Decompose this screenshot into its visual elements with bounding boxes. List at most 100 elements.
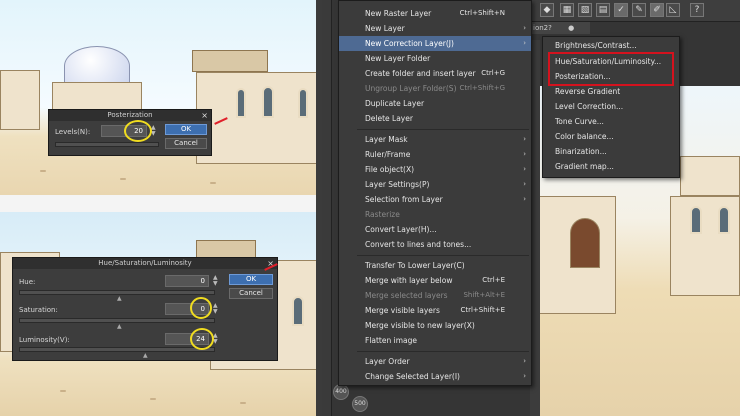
menu-item-convert-layer[interactable]: Convert Layer(H)...: [339, 222, 531, 237]
menu-item-new-raster-layer[interactable]: New Raster Layer Ctrl+Shift+N: [339, 6, 531, 21]
building-far-left: [0, 70, 40, 130]
dialog-title: Posterization ×: [49, 110, 211, 121]
submenu-item-reverse-gradient[interactable]: Reverse Gradient: [543, 84, 679, 99]
submenu-arrow-icon: ›: [523, 39, 526, 47]
menu-label: Merge with layer below: [365, 276, 453, 285]
submenu-arrow-icon: ›: [523, 372, 526, 380]
size-button-400[interactable]: 400: [333, 384, 349, 400]
ok-button[interactable]: OK: [165, 124, 207, 135]
menu-label: New Layer: [365, 24, 405, 33]
canvas-tab-label: ion2?: [533, 24, 552, 32]
cancel-button[interactable]: Cancel: [229, 288, 273, 299]
menu-item-convert-lines-tones[interactable]: Convert to lines and tones...: [339, 237, 531, 252]
menu-item-layer-order[interactable]: Layer Order ›: [339, 354, 531, 369]
submenu-item-brightness-contrast[interactable]: Brightness/Contrast...: [543, 38, 679, 53]
menu-label: Create folder and insert layer: [365, 69, 476, 78]
menu-item-create-folder-insert[interactable]: Create folder and insert layer Ctrl+G: [339, 66, 531, 81]
menu-label: Transfer To Lower Layer(C): [365, 261, 465, 270]
menu-item-change-selected-layer[interactable]: Change Selected Layer(I) ›: [339, 369, 531, 384]
cancel-button[interactable]: Cancel: [165, 138, 207, 149]
menu-label: File object(X): [365, 165, 415, 174]
menu-shortcut: Ctrl+G: [481, 69, 505, 77]
top-toolbar: ◆ ▦ ▧ ▤ ✓ ✎ ✐ ◺ ?: [530, 0, 740, 22]
hatch-icon[interactable]: ▧: [578, 3, 592, 17]
roof-right: [192, 50, 268, 72]
menu-item-flatten-image[interactable]: Flatten image: [339, 333, 531, 348]
ground-mark: [150, 398, 156, 400]
size-button-500[interactable]: 500: [352, 396, 368, 412]
levels-slider[interactable]: [55, 142, 159, 147]
submenu-item-tone-curve[interactable]: Tone Curve...: [543, 114, 679, 129]
window: [262, 86, 274, 118]
help-icon[interactable]: ?: [690, 3, 704, 17]
menu-item-merge-visible[interactable]: Merge visible layers Ctrl+Shift+E: [339, 303, 531, 318]
menu-item-new-correction-layer[interactable]: New Correction Layer(J) ›: [339, 36, 531, 51]
canvas-tab[interactable]: ion2? ●: [530, 22, 590, 34]
menu-item-merge-below[interactable]: Merge with layer below Ctrl+E: [339, 273, 531, 288]
menu-item-duplicate-layer[interactable]: Duplicate Layer: [339, 96, 531, 111]
brush-icon[interactable]: ✎: [632, 3, 646, 17]
door: [570, 218, 600, 268]
menu-shortcut: Ctrl+Shift+G: [459, 84, 505, 92]
window: [718, 206, 730, 234]
tag-icon[interactable]: ◆: [540, 3, 554, 17]
tab-close-icon[interactable]: ●: [568, 24, 574, 32]
menu-item-new-layer[interactable]: New Layer ›: [339, 21, 531, 36]
menu-item-transfer-lower[interactable]: Transfer To Lower Layer(C): [339, 258, 531, 273]
menu-item-ungroup-layer-folder: Ungroup Layer Folder(S) Ctrl+Shift+G: [339, 81, 531, 96]
menu-item-delete-layer[interactable]: Delete Layer: [339, 111, 531, 126]
layer-icon[interactable]: ▤: [596, 3, 610, 17]
submenu-arrow-icon: ›: [523, 357, 526, 365]
saturation-slider-thumb[interactable]: ▲: [117, 323, 122, 330]
dialog-title-text: Posterization: [107, 111, 153, 119]
ok-button[interactable]: OK: [229, 274, 273, 285]
submenu-arrow-icon: ›: [523, 180, 526, 188]
luminosity-slider-thumb[interactable]: ▲: [143, 352, 148, 359]
submenu-item-binarization[interactable]: Binarization...: [543, 144, 679, 159]
menu-label: Change Selected Layer(I): [365, 372, 460, 381]
ground-mark: [120, 178, 126, 180]
saturation-stepper[interactable]: ▲ ▼: [213, 303, 218, 315]
menu-item-layer-settings[interactable]: Layer Settings(P) ›: [339, 177, 531, 192]
menu-item-selection-from-layer[interactable]: Selection from Layer ›: [339, 192, 531, 207]
luminosity-label: Luminosity(V):: [19, 336, 70, 344]
menu-label: Layer Mask: [365, 135, 408, 144]
dialog-title: Hue/Saturation/Luminosity ×: [13, 258, 277, 269]
luminosity-slider[interactable]: [19, 347, 215, 352]
submenu-item-gradient-map[interactable]: Gradient map...: [543, 159, 679, 174]
submenu-item-color-balance[interactable]: Color balance...: [543, 129, 679, 144]
check-icon[interactable]: ✓: [614, 3, 628, 17]
hue-label: Hue:: [19, 278, 36, 286]
menu-label: New Correction Layer(J): [365, 39, 454, 48]
ground-mark: [60, 390, 66, 392]
menu-label: Duplicate Layer: [365, 99, 425, 108]
menu-label: Merge visible to new layer(X): [365, 321, 475, 330]
menu-label: Merge selected layers: [365, 291, 448, 300]
submenu-item-level-correction[interactable]: Level Correction...: [543, 99, 679, 114]
annotation-circle: [124, 120, 152, 142]
menu-label: Selection from Layer: [365, 195, 443, 204]
hue-slider-thumb[interactable]: ▲: [117, 295, 122, 302]
building-right: [196, 72, 318, 164]
hue-stepper[interactable]: ▲ ▼: [213, 275, 218, 287]
saturation-label: Saturation:: [19, 306, 58, 314]
close-icon[interactable]: ×: [201, 110, 208, 121]
annotation-circle: [190, 297, 212, 319]
menu-shortcut: Ctrl+E: [482, 276, 505, 284]
pen-icon[interactable]: ✐: [650, 3, 664, 17]
grid-icon[interactable]: ▦: [560, 3, 574, 17]
menu-item-file-object[interactable]: File object(X) ›: [339, 162, 531, 177]
menu-item-ruler-frame[interactable]: Ruler/Frame ›: [339, 147, 531, 162]
menu-label: Layer Order: [365, 357, 410, 366]
menu-item-new-layer-folder[interactable]: New Layer Folder: [339, 51, 531, 66]
ruler-icon[interactable]: ◺: [666, 3, 680, 17]
submenu-arrow-icon: ›: [523, 150, 526, 158]
menu-item-layer-mask[interactable]: Layer Mask ›: [339, 132, 531, 147]
menu-label: Rasterize: [365, 210, 400, 219]
menu-label: Merge visible layers: [365, 306, 440, 315]
hue-input[interactable]: 0: [165, 275, 209, 287]
menu-label: Convert to lines and tones...: [365, 240, 472, 249]
window: [292, 296, 304, 326]
menu-item-merge-visible-new[interactable]: Merge visible to new layer(X): [339, 318, 531, 333]
menu-separator: [357, 129, 529, 130]
